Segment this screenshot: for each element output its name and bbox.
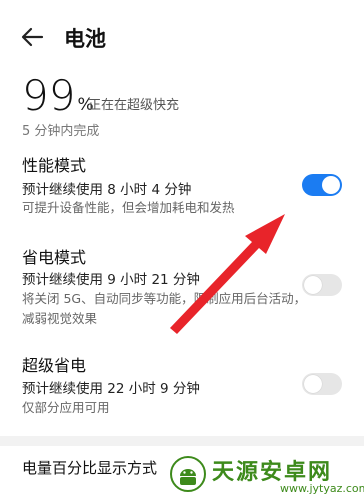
page-title: 电池	[64, 27, 106, 51]
percent-display-setting[interactable]: 电量百分比显示方式	[22, 457, 157, 478]
section-divider	[0, 436, 364, 446]
mode-estimate: 预计继续使用 22 小时 9 分钟	[22, 381, 200, 397]
super-power-saving-toggle[interactable]	[302, 373, 342, 395]
mode-title: 省电模式	[22, 248, 87, 267]
top-bar: 电池	[0, 0, 364, 72]
mode-description: 可提升设备性能，但会增加耗电和发热	[22, 200, 235, 215]
mode-estimate: 预计继续使用 9 小时 21 分钟	[22, 272, 200, 288]
back-arrow-icon[interactable]	[18, 22, 48, 52]
toggle-knob	[322, 176, 340, 194]
toggle-knob	[304, 276, 322, 294]
performance-mode-toggle[interactable]	[302, 174, 342, 196]
android-logo-icon	[170, 456, 206, 492]
mode-title: 性能模式	[22, 156, 87, 175]
power-saving-mode-toggle[interactable]	[302, 274, 342, 296]
battery-level: 99%	[22, 72, 94, 120]
mode-description: 仅部分应用可用	[22, 400, 110, 415]
mode-estimate: 预计继续使用 8 小时 4 分钟	[22, 182, 192, 198]
mode-title: 超级省电	[22, 356, 87, 375]
charging-status: 正在在超级快充	[88, 98, 180, 113]
toggle-knob	[304, 375, 322, 393]
charge-finish-time: 5 分钟内完成	[22, 124, 100, 139]
site-watermark: 天源安卓网 www.jytyaz.com	[170, 454, 364, 496]
battery-percent: 99	[22, 71, 76, 120]
watermark-url: www.jytyaz.com	[280, 482, 364, 495]
mode-description: 将关闭 5G、自动同步等功能，限制应用后台活动，减弱视觉效果	[22, 291, 307, 326]
